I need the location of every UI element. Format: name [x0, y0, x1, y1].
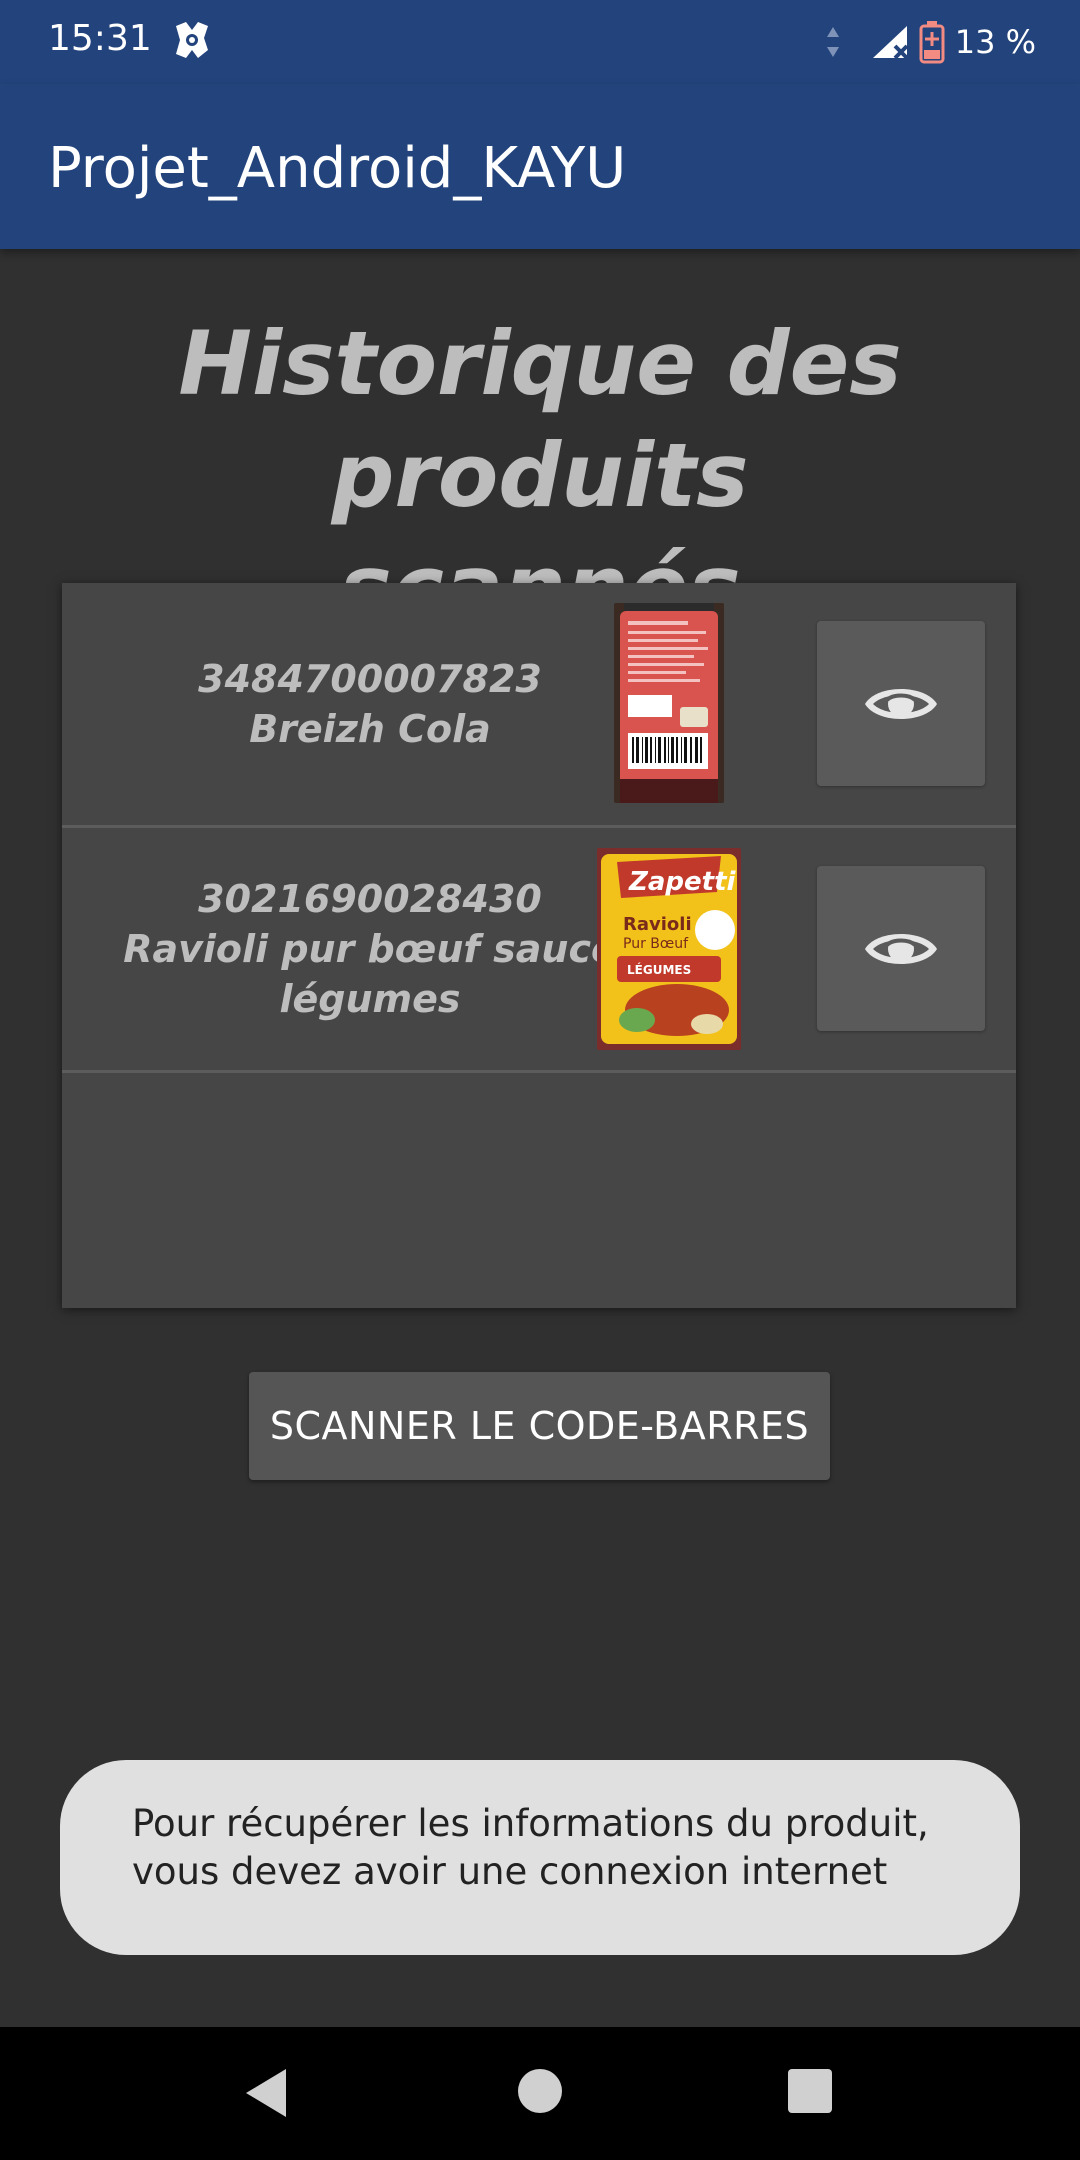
product-thumbnail: Zapetti Ravioli Pur Bœuf LÉGUMES — [597, 848, 741, 1050]
status-bar: 15:31 13 % — [0, 0, 1080, 84]
eye-icon — [865, 688, 937, 719]
view-product-button[interactable] — [817, 866, 985, 1031]
toast-message: Pour récupérer les informations du produ… — [60, 1760, 1020, 1955]
list-item[interactable]: 3484700007823 Breizh Cola — [62, 583, 1016, 828]
svg-text:LÉGUMES: LÉGUMES — [627, 962, 691, 977]
svg-text:Zapetti: Zapetti — [628, 867, 737, 897]
recents-icon[interactable] — [786, 2067, 834, 2115]
product-barcode: 3021690028430 — [198, 877, 542, 921]
svg-text:Pur Bœuf: Pur Bœuf — [623, 936, 689, 952]
status-time: 15:31 — [48, 18, 152, 59]
view-product-button[interactable] — [817, 621, 985, 786]
app-notification-icon — [176, 22, 208, 58]
navigation-bar — [0, 2027, 1080, 2160]
product-info: 3484700007823 Breizh Cola — [82, 583, 658, 825]
list-item[interactable]: 3021690028430 Ravioli pur bœuf sauce lég… — [62, 828, 1016, 1073]
home-icon[interactable] — [516, 2067, 564, 2115]
back-icon[interactable] — [242, 2065, 290, 2121]
app-bar: Projet_Android_KAYU — [0, 84, 1080, 249]
history-list[interactable]: 3484700007823 Breizh Cola 3021690028430 … — [62, 583, 1016, 1308]
eye-icon — [865, 933, 937, 964]
data-arrows-icon — [826, 27, 839, 57]
product-info: 3021690028430 Ravioli pur bœuf sauce lég… — [82, 828, 658, 1070]
app-title: Projet_Android_KAYU — [48, 136, 627, 201]
status-indicators: 13 % — [823, 18, 1036, 66]
product-barcode: 3484700007823 — [198, 657, 542, 701]
scan-barcode-button[interactable]: SCANNER LE CODE-BARRES — [249, 1372, 830, 1480]
product-name: Ravioli pur bœuf sauce légumes — [123, 927, 617, 1021]
product-thumbnail — [614, 603, 724, 803]
signal-icon — [872, 26, 909, 60]
battery-icon — [919, 21, 945, 64]
battery-percentage: 13 % — [954, 23, 1036, 61]
product-name: Breizh Cola — [249, 707, 491, 751]
svg-text:Ravioli: Ravioli — [623, 914, 692, 935]
